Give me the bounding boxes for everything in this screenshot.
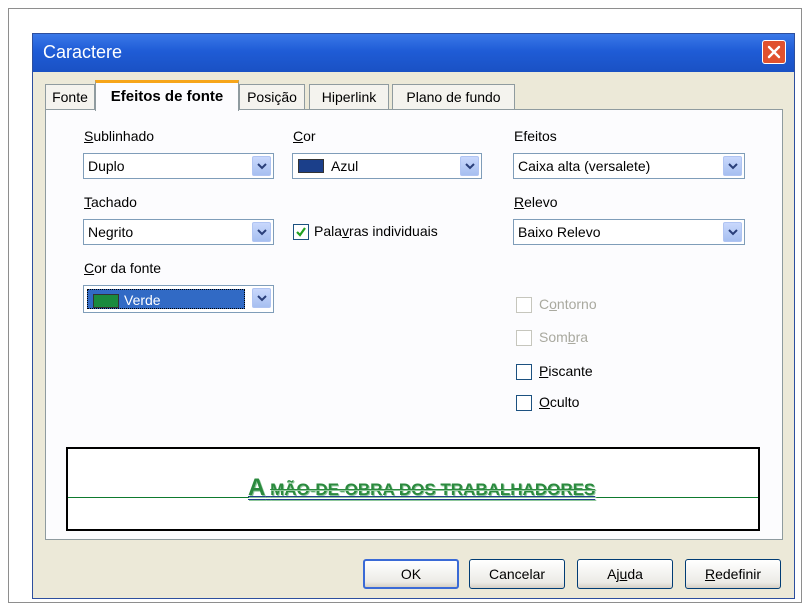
chevron-down-icon [257,295,267,302]
sublinhado-label: Sublinhado [84,128,155,144]
contorno-label: Contorno [539,296,597,312]
chevron-down-icon [257,163,267,170]
tab-panel: Sublinhado Duplo Tachado Negrito Cor da … [45,109,783,540]
tab-plano-de-fundo[interactable]: Plano de fundo [392,84,515,110]
color-swatch [93,294,119,308]
dropdown-button[interactable] [252,156,271,176]
tab-efeitos-de-fonte[interactable]: Efeitos de fonte [95,80,239,111]
cor-da-fonte-select[interactable]: Verde [83,285,274,313]
dropdown-button[interactable] [252,288,271,308]
cor-label: Cor [293,128,316,144]
piscante-label: Piscante [539,363,593,379]
font-preview: A MÃO-DE-OBRA DOS TRABALHADORES [66,447,760,531]
relevo-label: Relevo [514,194,558,210]
palavras-individuais-checkbox[interactable] [293,224,309,240]
efeitos-label: Efeitos [514,128,557,144]
oculto-label: Oculto [539,394,580,410]
piscante-checkbox[interactable] [516,364,532,380]
relevo-select[interactable]: Baixo Relevo [513,219,745,245]
window-title: Caractere [43,42,123,62]
efeitos-select[interactable]: Caixa alta (versalete) [513,153,745,179]
tab-fonte[interactable]: Fonte [45,84,95,110]
oculto-checkbox[interactable] [516,395,532,411]
sublinhado-select[interactable]: Duplo [83,153,274,179]
dropdown-button[interactable] [252,222,271,242]
close-icon [767,45,781,59]
tab-posicao[interactable]: Posição [239,84,305,110]
preview-text: A MÃO-DE-OBRA DOS TRABALHADORES [248,474,596,501]
sombra-label: Sombra [539,329,589,345]
ok-button[interactable]: OK [363,559,459,589]
dropdown-button[interactable] [723,222,742,242]
chevron-down-icon [257,229,267,236]
contorno-checkbox[interactable] [516,297,532,313]
checkmark-icon [296,227,306,237]
chevron-down-icon [728,163,738,170]
cor-da-fonte-label: Cor da fonte [84,260,162,276]
tab-hiperlink[interactable]: Hiperlink [309,84,389,110]
caractere-dialog: Caractere Fonte Efeitos de fonte Posição… [32,33,795,599]
tachado-select[interactable]: Negrito [83,219,274,245]
cor-select[interactable]: Azul [292,153,482,179]
sombra-checkbox[interactable] [516,330,532,346]
palavras-individuais-label: Palavras individuais [314,223,438,239]
title-bar: Caractere [33,34,794,72]
help-button[interactable]: Ajuda [577,559,673,589]
dropdown-button[interactable] [723,156,742,176]
dropdown-button[interactable] [460,156,479,176]
cancel-button[interactable]: Cancelar [469,559,565,589]
reset-button[interactable]: Redefinir [685,559,781,589]
tachado-label: Tachado [84,194,137,210]
chevron-down-icon [728,229,738,236]
color-swatch [298,159,324,173]
chevron-down-icon [465,163,475,170]
close-button[interactable] [762,40,786,64]
